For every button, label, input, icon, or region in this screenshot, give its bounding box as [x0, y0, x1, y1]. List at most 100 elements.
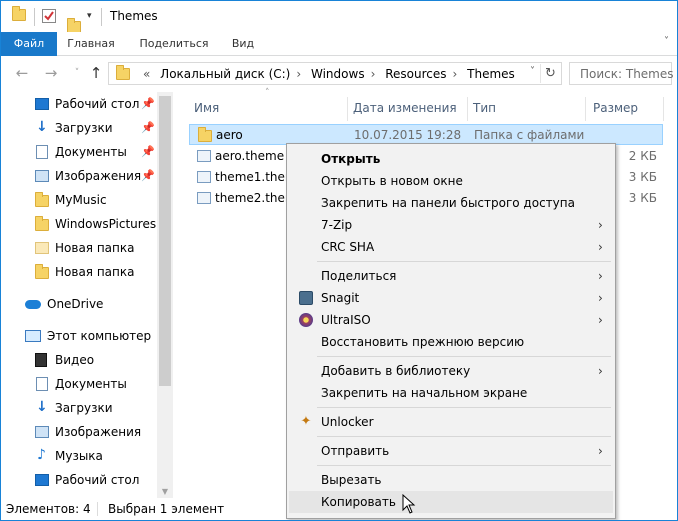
column-divider[interactable] — [467, 97, 468, 121]
menu-item-label: Вырезать — [321, 473, 382, 487]
tab-share[interactable]: Поделиться — [131, 32, 217, 56]
back-arrow-icon[interactable]: ← — [13, 64, 31, 82]
address-bar[interactable]: « Локальный диск (C:) › Windows › Resource… — [108, 62, 562, 85]
menu-item-crc-sha[interactable]: CRC SHA › — [289, 236, 613, 258]
scrollbar-thumb[interactable] — [159, 96, 171, 386]
item-count: Элементов: 4 — [6, 502, 91, 516]
nav-item-pictures-pc[interactable]: Изображения — [1, 421, 157, 443]
menu-item-label: Добавить в библиотеку — [321, 364, 471, 378]
expand-ribbon-icon[interactable]: ˅ — [664, 36, 669, 47]
nav-item-mymusic[interactable]: MyMusic — [1, 189, 157, 211]
downloads-icon: ↓ — [36, 119, 48, 135]
submenu-arrow-icon: › — [598, 240, 603, 254]
chevron-right-icon[interactable]: › — [453, 67, 458, 81]
forward-arrow-icon[interactable]: → — [42, 64, 60, 82]
tab-home[interactable]: Главная — [59, 32, 123, 56]
menu-item-label: Snagit — [321, 291, 360, 305]
menu-item-add-to-library[interactable]: Добавить в библиотеку › — [289, 360, 613, 382]
menu-item-send-to[interactable]: Отправить › — [289, 440, 613, 462]
breadcrumb-local-disk[interactable]: Локальный диск (C:) — [160, 67, 290, 81]
menu-item-ultraiso[interactable]: UltraISO › — [289, 309, 613, 331]
chevron-right-icon[interactable]: › — [296, 67, 301, 81]
folder-icon — [12, 6, 26, 21]
nav-item-desktop[interactable]: Рабочий стол 📌 — [1, 93, 157, 115]
menu-separator — [317, 465, 611, 466]
nav-item-label: Видео — [55, 353, 95, 367]
column-header-name[interactable]: Имя — [194, 97, 219, 119]
menu-item-share[interactable]: Поделиться › — [289, 265, 613, 287]
menu-item-pin-quick-access[interactable]: Закрепить на панели быстрого доступа — [289, 192, 613, 214]
pin-icon[interactable]: 📌 — [141, 141, 155, 163]
nav-item-new-folder-2[interactable]: Новая папка — [1, 261, 157, 283]
breadcrumb-resources[interactable]: Resources — [385, 67, 446, 81]
explorer-window: ▾ Themes Файл Главная Поделиться Вид ˅ ←… — [0, 0, 678, 521]
tab-view[interactable]: Вид — [223, 32, 263, 56]
column-header-type[interactable]: Тип — [473, 97, 496, 119]
breadcrumb-themes[interactable]: Themes — [467, 67, 515, 81]
chevron-right-icon[interactable]: › — [371, 67, 376, 81]
nav-item-downloads[interactable]: ↓ Загрузки 📌 — [1, 117, 157, 139]
menu-item-label: Восстановить прежнюю версию — [321, 335, 525, 349]
column-divider[interactable] — [347, 97, 348, 121]
tab-file[interactable]: Файл — [1, 32, 57, 56]
pin-icon[interactable]: 📌 — [141, 93, 155, 115]
submenu-arrow-icon: › — [598, 218, 603, 232]
nav-item-downloads-pc[interactable]: ↓ Загрузки — [1, 397, 157, 419]
theme-file-icon — [197, 192, 211, 204]
theme-file-icon — [197, 150, 211, 162]
pin-icon[interactable]: 📌 — [141, 117, 155, 139]
menu-item-copy[interactable]: Копировать — [289, 491, 613, 513]
search-input[interactable]: Поиск: Themes — [569, 62, 674, 85]
nav-item-windowspictures[interactable]: WindowsPictures — [1, 213, 157, 235]
table-row[interactable]: aero 10.07.2015 19:28 Папка с файлами — [189, 124, 663, 145]
column-divider[interactable] — [585, 97, 586, 121]
nav-item-new-folder[interactable]: Новая папка — [1, 237, 157, 259]
pin-icon[interactable]: 📌 — [141, 165, 155, 187]
menu-item-restore-previous[interactable]: Восстановить прежнюю версию — [289, 331, 613, 353]
menu-item-label: Закрепить на начальном экране — [321, 386, 528, 400]
scroll-down-icon[interactable]: ▼ — [157, 487, 173, 496]
up-arrow-icon[interactable]: ↑ — [87, 64, 105, 82]
file-size: 3 КБ — [628, 170, 657, 184]
address-dropdown-icon[interactable]: ˅ — [530, 66, 535, 77]
nav-item-pictures[interactable]: Изображения 📌 — [1, 165, 157, 187]
column-header-date[interactable]: Дата изменения — [353, 97, 457, 119]
recent-locations-chevron-icon[interactable]: ˅ — [68, 64, 86, 82]
nav-item-documents-pc[interactable]: Документы — [1, 373, 157, 395]
folder-icon — [116, 65, 130, 80]
menu-separator — [317, 261, 611, 262]
nav-item-documents[interactable]: Документы 📌 — [1, 141, 157, 163]
menu-item-open[interactable]: Открыть — [289, 148, 613, 170]
submenu-arrow-icon: › — [598, 291, 603, 305]
nav-item-label: Документы — [55, 145, 127, 159]
menu-item-pin-start[interactable]: Закрепить на начальном экране — [289, 382, 613, 404]
nav-item-videos[interactable]: Видео — [1, 349, 157, 371]
breadcrumb-windows[interactable]: Windows — [311, 67, 365, 81]
nav-item-label: Изображения — [55, 169, 142, 183]
breadcrumb: « Локальный диск (C:) › Windows › Resource… — [143, 67, 521, 81]
menu-item-label: Закрепить на панели быстрого доступа — [321, 196, 575, 210]
videos-icon — [35, 353, 47, 367]
menu-item-snagit[interactable]: Snagit › — [289, 287, 613, 309]
nav-item-this-pc[interactable]: Этот компьютер — [1, 325, 157, 347]
address-row: ← → ˅ ↑ « Локальный диск (C:) › Windows › … — [1, 56, 677, 92]
refresh-icon[interactable]: ↻ — [540, 64, 560, 83]
properties-icon[interactable] — [42, 9, 56, 23]
nav-item-label: Этот компьютер — [47, 329, 152, 343]
menu-item-unlocker[interactable]: ✦ Unlocker — [289, 411, 613, 433]
column-header-size[interactable]: Размер — [593, 97, 638, 119]
file-size: 2 КБ — [628, 149, 657, 163]
nav-scrollbar[interactable]: ▼ — [157, 92, 173, 498]
nav-item-label: Новая папка — [55, 265, 135, 279]
menu-item-open-new-window[interactable]: Открыть в новом окне — [289, 170, 613, 192]
column-divider[interactable] — [663, 97, 664, 121]
breadcrumb-overflow[interactable]: « — [143, 67, 150, 81]
nav-item-desktop-pc[interactable]: Рабочий стол — [1, 469, 157, 491]
customize-toolbar-chevron-icon[interactable]: ▾ — [87, 11, 92, 27]
menu-item-label: UltraISO — [321, 313, 371, 327]
nav-item-music[interactable]: ♪ Музыка — [1, 445, 157, 467]
sort-ascending-icon: ˄ — [265, 88, 270, 98]
nav-item-onedrive[interactable]: OneDrive — [1, 293, 157, 315]
menu-item-7zip[interactable]: 7-Zip › — [289, 214, 613, 236]
menu-item-cut[interactable]: Вырезать — [289, 469, 613, 491]
